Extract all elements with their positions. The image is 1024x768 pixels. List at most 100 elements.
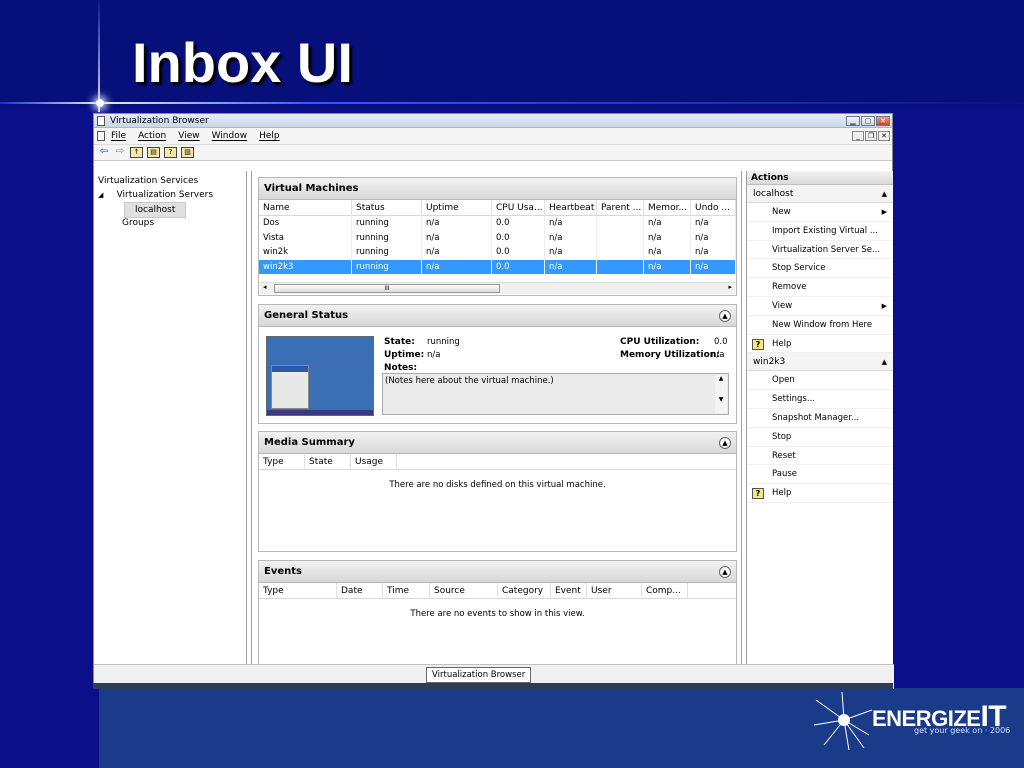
child-close-button[interactable]: ✕	[878, 131, 890, 141]
media-empty-message: There are no disks defined on this virtu…	[389, 480, 606, 490]
col-header[interactable]: State	[305, 453, 351, 470]
cell: n/a	[545, 216, 597, 231]
section-title: Media Summary	[264, 437, 355, 448]
notes-field[interactable]: (Notes here about the virtual machine.) …	[382, 373, 729, 415]
cell: 0.0	[492, 216, 545, 231]
col-header[interactable]: Heartbeat	[545, 199, 597, 216]
col-header[interactable]: Category	[498, 582, 551, 599]
col-header[interactable]: Type	[259, 582, 337, 599]
action-pause[interactable]: Pause	[747, 465, 893, 485]
back-arrow-icon[interactable]: ⇦	[98, 147, 110, 158]
up-folder-icon[interactable]: ↑	[130, 147, 143, 158]
scroll-left-icon[interactable]: ◂	[263, 283, 267, 291]
actions-group-win2k3[interactable]: win2k3 ▲	[747, 353, 893, 372]
minimize-button[interactable]: ▁	[846, 115, 860, 126]
collapse-up-icon[interactable]: ▲	[882, 353, 887, 371]
menu-file[interactable]: File	[111, 131, 126, 141]
maximize-button[interactable]: ▢	[861, 115, 875, 126]
menu-action[interactable]: Action	[138, 131, 166, 141]
col-header[interactable]: Status	[352, 199, 422, 216]
action-remove[interactable]: Remove	[747, 278, 893, 297]
actions-group-localhost[interactable]: localhost ▲	[747, 185, 893, 203]
col-header[interactable]: Name	[259, 199, 352, 216]
action-new-window-from-here[interactable]: New Window from Here	[747, 316, 893, 335]
help-icon[interactable]: ?	[164, 147, 177, 158]
window-titlebar[interactable]: Virtualization Browser ▁ ▢ ✕	[94, 114, 892, 128]
forward-arrow-icon[interactable]: ⇨	[114, 147, 126, 158]
horizontal-scrollbar[interactable]: ◂ III ▸	[260, 282, 735, 294]
child-minimize-button[interactable]: _	[852, 131, 864, 141]
expand-triangle-icon[interactable]: ◢	[98, 188, 108, 202]
col-header[interactable]: Time	[383, 582, 430, 599]
tree-item-virtualization-servers[interactable]: ◢ Virtualization Servers	[98, 188, 246, 202]
menu-window[interactable]: Window	[212, 131, 248, 141]
col-header[interactable]: Usage	[351, 453, 397, 470]
table-row[interactable]: Dos running n/a 0.0 n/a n/a n/a	[259, 216, 736, 231]
state-label: State:	[384, 337, 415, 347]
action-reset[interactable]: Reset	[747, 447, 893, 466]
action-stop-service[interactable]: Stop Service	[747, 259, 893, 279]
vm-screen-thumbnail[interactable]	[266, 336, 374, 416]
action-settings[interactable]: Settings...	[747, 390, 893, 409]
action-help[interactable]: ? Help	[747, 484, 893, 503]
col-header[interactable]: Undo ...	[691, 199, 736, 216]
help-icon: ?	[752, 488, 764, 500]
action-stop[interactable]: Stop	[747, 428, 893, 447]
submenu-arrow-icon: ▶	[881, 301, 887, 310]
col-header[interactable]: CPU Usa...	[492, 199, 545, 216]
col-header[interactable]: Parent ...	[597, 199, 644, 216]
show-hide-action-pane-icon[interactable]: ▥	[181, 147, 194, 158]
action-virtualization-server-settings[interactable]: Virtualization Server Se...	[747, 241, 893, 260]
col-header[interactable]: Uptime	[422, 199, 492, 216]
action-import-existing-virtual[interactable]: Import Existing Virtual ...	[747, 222, 893, 241]
collapse-icon[interactable]: ▲	[719, 565, 731, 578]
scroll-right-icon[interactable]: ▸	[728, 283, 732, 291]
menu-view[interactable]: View	[178, 131, 199, 141]
child-restore-button[interactable]: ❐	[865, 131, 877, 141]
close-button[interactable]: ✕	[876, 115, 890, 126]
tree-item-virtualization-services[interactable]: Virtualization Services	[98, 174, 246, 188]
collapse-up-icon[interactable]: ▲	[882, 185, 887, 203]
action-view[interactable]: View ▶	[747, 297, 893, 316]
collapse-icon[interactable]: ▲	[719, 309, 731, 322]
col-header[interactable]: Source	[430, 582, 498, 599]
help-icon: ?	[752, 338, 764, 350]
cell: Vista	[259, 230, 352, 245]
notes-scrollbar[interactable]: ▲ ▼	[715, 375, 727, 413]
notes-label: Notes:	[384, 363, 418, 373]
col-header[interactable]: User	[587, 582, 642, 599]
action-label: View	[772, 300, 793, 311]
cell: running	[352, 259, 422, 274]
cell	[597, 245, 644, 260]
cell: 0.0	[492, 245, 545, 260]
menu-help[interactable]: Help	[259, 131, 280, 141]
logo-tagline: get your geek on · 2006	[914, 726, 1011, 735]
table-row[interactable]: win2k running n/a 0.0 n/a n/a n/a	[259, 245, 736, 260]
submenu-arrow-icon: ▶	[881, 208, 887, 216]
cell: n/a	[644, 230, 691, 245]
action-label: Help	[772, 338, 792, 349]
show-hide-tree-icon[interactable]: ▤	[147, 147, 160, 158]
col-header[interactable]: Event	[551, 582, 587, 599]
tree-label: Virtualization Servers	[116, 190, 214, 200]
collapse-icon[interactable]: ▲	[719, 436, 731, 449]
action-open[interactable]: Open	[747, 371, 893, 391]
action-snapshot-manager[interactable]: Snapshot Manager...	[747, 409, 893, 428]
table-row-selected[interactable]: win2k3 running n/a 0.0 n/a n/a n/a	[259, 259, 736, 274]
action-new[interactable]: New ▶	[747, 203, 893, 222]
col-header[interactable]: Comp...	[642, 582, 688, 599]
tree-item-localhost[interactable]: localhost	[98, 202, 246, 218]
cpu-utilization-value: 0.0	[714, 337, 728, 347]
action-help[interactable]: ? Help	[747, 335, 893, 354]
table-row[interactable]: Vista running n/a 0.0 n/a n/a n/a	[259, 230, 736, 245]
cell: running	[352, 216, 422, 231]
col-header[interactable]: Memor...	[644, 199, 691, 216]
scroll-thumb[interactable]: III	[274, 284, 500, 293]
col-header[interactable]: Date	[337, 582, 383, 599]
cell: n/a	[422, 259, 492, 274]
tree-item-groups[interactable]: Groups	[98, 216, 246, 230]
col-header[interactable]: Type	[259, 453, 305, 470]
center-pane: Virtual Machines Name Status Uptime CPU …	[251, 171, 742, 664]
section-title: Events	[264, 566, 302, 577]
decor-spark	[96, 99, 104, 107]
